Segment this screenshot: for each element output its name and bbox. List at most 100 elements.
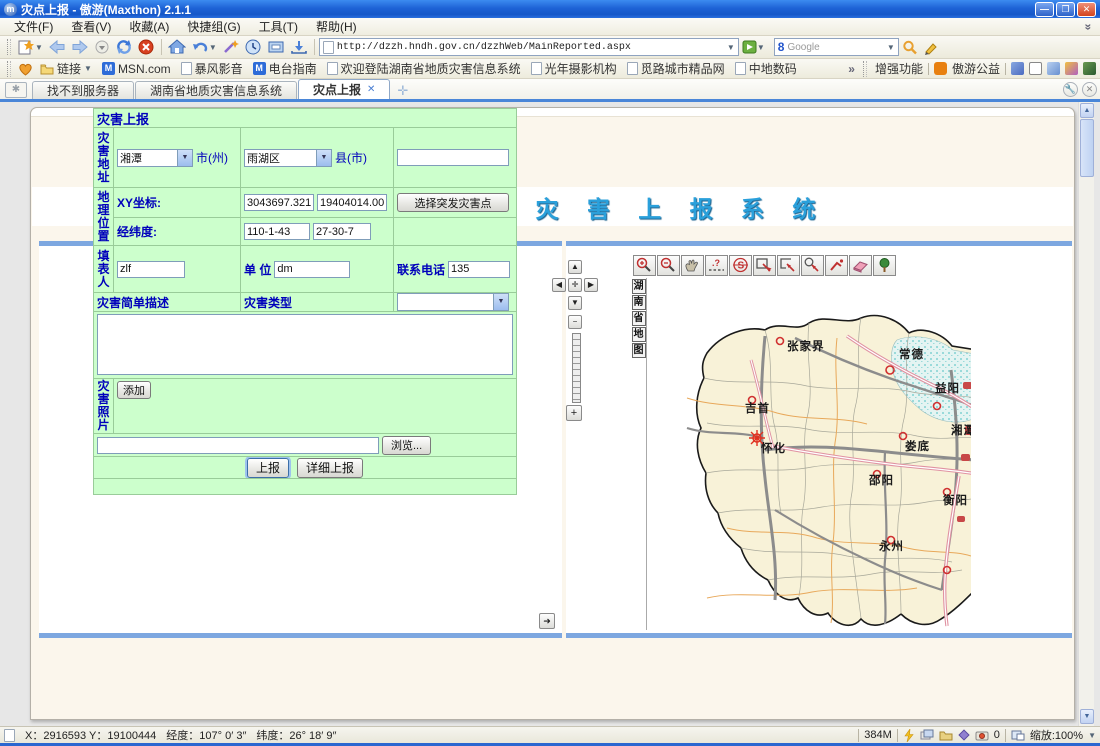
refresh-button[interactable] [113,37,135,57]
menu-file[interactable]: 文件(F) [6,17,61,36]
tab-close-icon[interactable]: ✕ [367,84,375,95]
highlight-button[interactable] [921,37,941,57]
snap-camera-icon[interactable] [975,729,989,741]
bookmark-links-folder[interactable]: 链接 ▼ [37,59,95,78]
chevron-down-icon[interactable]: ▼ [177,150,192,166]
coord-y-input[interactable] [317,194,387,211]
search-button[interactable] [900,37,920,57]
disaster-type-select[interactable]: ▼ [397,293,509,311]
disaster-description-textarea[interactable] [97,314,513,375]
detail-report-button[interactable]: 详细上报 [297,458,363,478]
chevron-down-icon[interactable]: ▼ [493,294,508,310]
feed-icon[interactable] [1065,62,1078,75]
tab-tools-button[interactable]: 🔧 [1063,82,1078,97]
vertical-scrollbar[interactable]: ▲ ▼ [1078,102,1094,726]
zoom-window-icon[interactable] [1011,729,1025,741]
tab-server-not-found[interactable]: 找不到服务器 [32,81,134,99]
download-folder-icon[interactable] [939,729,953,741]
scrollbar-thumb[interactable] [1080,119,1094,177]
search-box[interactable]: 8 Google ▼ [774,38,899,56]
pan-down-button[interactable]: ▼ [568,296,582,310]
forward-button[interactable] [69,37,91,57]
undo-dropdown-arrow[interactable]: ▼ [209,43,217,52]
popup-blocker-icon[interactable] [920,729,934,741]
enhance-features-button[interactable]: 增强功能 [875,60,923,77]
minimize-button[interactable]: — [1035,2,1054,17]
bookmark-item[interactable]: MMSN.com [99,61,174,77]
bookmark-item[interactable]: 中地数码 [732,59,800,78]
tab-disaster-report[interactable]: 灾点上报✕ [298,79,390,99]
browse-button[interactable]: 浏览... [382,436,431,455]
pan-up-button[interactable]: ▲ [568,260,582,274]
map-zoom-box-button[interactable] [801,255,824,276]
phone-input[interactable] [448,261,510,278]
links-dropdown-arrow[interactable]: ▼ [84,64,92,73]
city-select[interactable]: 湘潭 ▼ [117,149,193,167]
download-button[interactable] [288,37,310,57]
address-detail-input[interactable] [397,149,509,166]
window-layout-icon[interactable] [1029,62,1042,75]
search-engine-dropdown[interactable]: ▼ [887,43,895,52]
zoom-in-slider-button[interactable]: + [566,405,582,421]
menu-help[interactable]: 帮助(H) [308,17,365,36]
history-dropdown-button[interactable] [92,37,112,57]
address-dropdown-arrow[interactable]: ▼ [727,43,735,52]
tab-close-all-button[interactable]: ✕ [1082,82,1097,97]
coord-x-input[interactable] [244,194,314,211]
menu-overflow-chevron[interactable]: » [1082,23,1096,30]
zoom-out-slider-button[interactable]: − [568,315,582,329]
scroll-up-button[interactable]: ▲ [1080,103,1094,118]
zoom-level-label[interactable]: 缩放:100% [1030,727,1083,743]
gesture-icon[interactable] [958,729,970,741]
capture-button[interactable] [265,37,287,57]
maximize-button[interactable]: ❐ [1056,2,1075,17]
hunan-map-image[interactable]: 张家界 常德 益阳 湘潭 吉首 怀化 娄底 邵阳 衡阳 永州 [647,278,971,630]
favorites-star-button[interactable]: ✱ [5,82,27,98]
pan-right-button[interactable]: ▶ [584,278,598,292]
notes-icon[interactable] [1047,62,1060,75]
go-button[interactable]: ▼ [740,37,767,57]
game-icon[interactable] [1083,62,1096,75]
bookmark-item[interactable]: 暴风影音 [178,59,246,78]
search-input[interactable]: Google [787,42,883,53]
latitude-input[interactable] [313,223,371,240]
new-tab-plus-button[interactable]: ✛ [391,83,414,99]
pan-left-button[interactable]: ◀ [552,278,566,292]
tab-hunan-info-system[interactable]: 湖南省地质灾害信息系统 [135,81,297,99]
new-tab-button[interactable]: ▼ [15,37,45,57]
address-url[interactable]: http://dzzh.hndh.gov.cn/dzzhWeb/MainRepo… [337,42,724,53]
report-button[interactable]: 上报 [247,458,289,478]
new-tab-dropdown-arrow[interactable]: ▼ [35,43,43,52]
home-button[interactable] [166,37,188,57]
photo-file-input[interactable] [97,437,379,454]
map-eraser-button[interactable] [849,255,872,276]
menu-favorites[interactable]: 收藏(A) [121,17,177,36]
bookmarks-overflow-chevron[interactable]: » [848,62,855,76]
map-draw-line-button[interactable] [825,255,848,276]
add-photo-button[interactable]: 添加 [117,381,151,399]
map-full-extent-button[interactable]: S [729,255,752,276]
bookmark-item[interactable]: 欢迎登陆湖南省地质灾害信息系统 [324,59,524,78]
stop-button[interactable] [136,37,157,57]
unit-input[interactable] [274,261,350,278]
map-zoom-out-button[interactable] [657,255,680,276]
zoom-level-slider[interactable] [572,333,581,403]
menu-tools[interactable]: 工具(T) [251,17,306,36]
map-pan-button[interactable] [681,255,704,276]
reporter-name-input[interactable] [117,261,185,278]
go-dropdown-arrow[interactable]: ▼ [757,43,765,52]
close-button[interactable]: ✕ [1077,2,1096,17]
scroll-down-button[interactable]: ▼ [1080,709,1094,724]
maxthon-charity-button[interactable]: 傲游公益 [952,60,1000,77]
history-button[interactable] [243,37,264,57]
map-unselect-rect-button[interactable] [777,255,800,276]
menu-groups[interactable]: 快捷组(G) [179,17,248,36]
longitude-input[interactable] [244,223,310,240]
skin-icon[interactable] [1011,62,1024,75]
address-bar[interactable]: http://dzzh.hndh.gov.cn/dzzhWeb/MainRepo… [319,38,739,56]
bookmark-item[interactable]: 觅路城市精品网 [624,59,728,78]
back-button[interactable] [46,37,68,57]
map-select-rect-button[interactable] [753,255,776,276]
boost-lightning-icon[interactable] [903,729,915,742]
favorites-heart-icon[interactable] [18,62,33,76]
